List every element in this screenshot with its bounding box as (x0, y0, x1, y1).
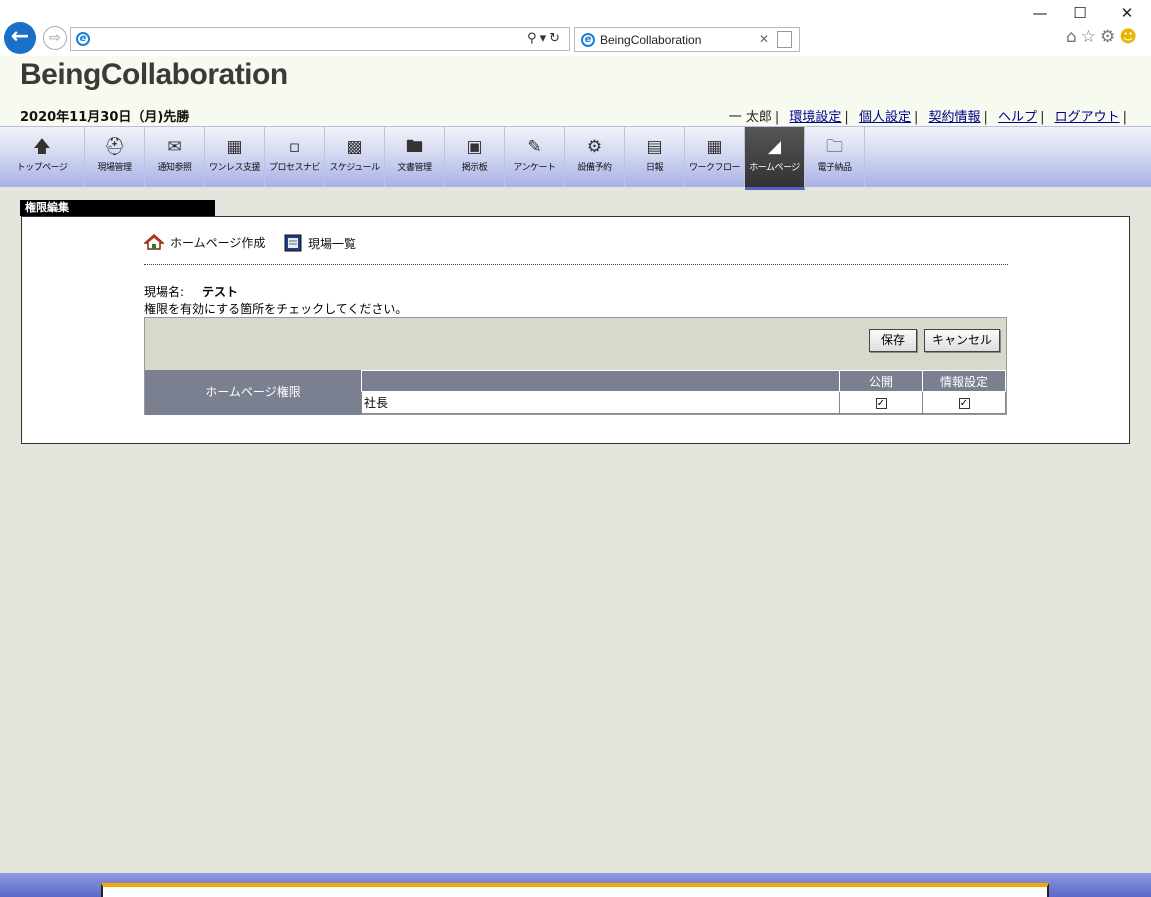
column-header-info-settings: 情報設定 (922, 370, 1006, 392)
nav-workflow[interactable]: ▦ ワークフロー (685, 127, 745, 187)
minimize-icon[interactable]: — (1027, 4, 1053, 22)
permission-panel: ホームページ作成 現場一覧 現場名: テスト 権限を有効にする箇所をチェックして… (21, 216, 1130, 444)
footer-bar (101, 883, 1049, 897)
section-title: 権限編集 (20, 200, 215, 216)
nav-oneless-support[interactable]: ▦ ワンレス支援 (205, 127, 265, 187)
permission-table: 公開 情報設定 社長 ✓ ✓ (361, 370, 1006, 415)
nav-process-navi[interactable]: ▫ プロセスナビ (265, 127, 325, 187)
nav-e-delivery[interactable]: 🗀 電子納品 (805, 127, 865, 187)
divider (144, 264, 1008, 265)
site-list-link[interactable]: 現場一覧 (284, 234, 356, 255)
link-env-settings[interactable]: 環境設定 (789, 110, 841, 125)
close-icon[interactable]: ✕ (1114, 4, 1140, 22)
footer (0, 873, 1151, 897)
button-bar: 保存 キャンセル (145, 318, 1006, 371)
clipboard-icon: ▫ (288, 137, 301, 157)
gear-icon[interactable]: ⚙ (1100, 27, 1119, 47)
link-contract-info[interactable]: 契約情報 (929, 110, 981, 125)
ie-tab-icon: e (581, 33, 595, 47)
user-name: 一 太郎 (728, 110, 772, 125)
browser-toolbar-icons: ⌂☆⚙☻ (1066, 27, 1141, 47)
envelope-icon: ✉ (167, 137, 182, 157)
save-button[interactable]: 保存 (869, 329, 917, 352)
site-name-value: テスト (202, 285, 239, 299)
date-line: 2020年11月30日（月)先勝 (20, 110, 190, 125)
smiley-icon[interactable]: ☻ (1119, 27, 1141, 47)
maximize-icon[interactable]: ☐ (1067, 4, 1093, 22)
forward-button[interactable]: ⇨ (43, 26, 67, 50)
nav-survey[interactable]: ✎ アンケート (505, 127, 565, 187)
back-button[interactable]: ← (4, 22, 36, 54)
role-name: 社長 (361, 391, 840, 414)
nav-site-management[interactable]: ⛑ 現場管理 (85, 127, 145, 187)
nav-equipment-booking[interactable]: ⚙ 設備予約 (565, 127, 625, 187)
public-checkbox-cell: ✓ (839, 391, 923, 414)
info-settings-checkbox[interactable]: ✓ (958, 397, 970, 409)
site-list-icon (284, 234, 302, 255)
search-refresh-icons[interactable]: ⚲▾↻ (527, 31, 563, 46)
user-links: 一 太郎 | 環境設定 | 個人設定 | 契約情報 | ヘルプ | ログアウト | (728, 110, 1127, 125)
link-logout[interactable]: ログアウト (1055, 110, 1120, 125)
permission-label: ホームページ権限 (145, 370, 361, 415)
main-nav: 🡅 トップページ ⛑ 現場管理 ✉ 通知参照 ▦ ワンレス支援 ▫ プロセスナビ… (0, 126, 1151, 190)
browser-chrome: — ☐ ✕ ← ⇨ e ⚲▾↻ e BeingCollaboration ✕ ⌂… (0, 0, 1151, 56)
house-icon (143, 233, 165, 253)
tab-close-icon[interactable]: ✕ (759, 32, 769, 46)
folder-icon: 🖿 (406, 137, 423, 157)
browser-tab[interactable]: e BeingCollaboration ✕ (574, 27, 800, 52)
calendar-icon: ▩ (346, 137, 363, 157)
home-icon[interactable]: ⌂ (1066, 27, 1081, 47)
star-icon[interactable]: ☆ (1081, 27, 1100, 47)
table-row: 社長 ✓ ✓ (361, 391, 1006, 414)
nav-homepage[interactable]: ◢ ホームページ (745, 127, 805, 190)
nav-daily-report[interactable]: ▤ 日報 (625, 127, 685, 187)
nav-schedule[interactable]: ▩ スケジュール (325, 127, 385, 187)
instruction-text: 権限を有効にする箇所をチェックしてください。 (144, 302, 408, 316)
brand-logo[interactable]: BeingCollaboration (20, 58, 288, 92)
board-icon: ▣ (466, 137, 483, 157)
nav-bulletin-board[interactable]: ▣ 掲示板 (445, 127, 505, 187)
permission-form: 保存 キャンセル ホームページ権限 公開 情報設定 社長 ✓ ✓ (144, 317, 1007, 415)
tab-title: BeingCollaboration (600, 33, 702, 47)
link-personal-settings[interactable]: 個人設定 (859, 110, 911, 125)
nav-top-page[interactable]: 🡅 トップページ (0, 127, 85, 187)
table-header-row: 公開 情報設定 (361, 370, 1006, 392)
address-bar[interactable]: e ⚲▾↻ (70, 27, 570, 51)
new-tab-icon[interactable] (777, 31, 792, 48)
up-arrow-icon: 🡅 (33, 137, 51, 157)
calendar-day-icon: ▦ (226, 137, 243, 157)
link-help[interactable]: ヘルプ (998, 110, 1037, 125)
column-header-name (361, 370, 840, 392)
document-icon: ▤ (646, 137, 663, 157)
grid-icon: ▦ (706, 137, 723, 157)
helmet-icon: ⛑ (103, 137, 126, 157)
homepage-create-link[interactable]: ホームページ作成 (143, 233, 265, 253)
info-settings-checkbox-cell: ✓ (922, 391, 1006, 414)
app-header: BeingCollaboration 2020年11月30日（月)先勝 一 太郎… (0, 56, 1151, 126)
folder-gear-icon: 🗀 (826, 137, 843, 157)
cancel-button[interactable]: キャンセル (924, 329, 1000, 352)
pencil-icon: ✎ (527, 137, 542, 157)
nav-documents[interactable]: 🖿 文書管理 (385, 127, 445, 187)
crane-icon: ⚙ (586, 137, 603, 157)
column-header-public: 公開 (839, 370, 923, 392)
public-checkbox[interactable]: ✓ (875, 397, 887, 409)
ie-logo-icon: e (76, 32, 90, 46)
site-name-label: 現場名: (144, 285, 185, 299)
triangle-ruler-icon: ◢ (767, 137, 782, 157)
nav-notifications[interactable]: ✉ 通知参照 (145, 127, 205, 187)
